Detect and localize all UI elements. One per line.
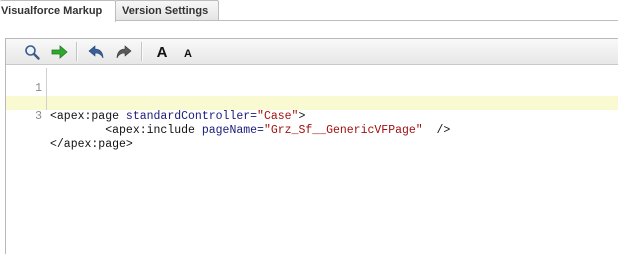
font-increase-button[interactable]: A bbox=[152, 43, 172, 61]
toolbar-separator bbox=[141, 42, 143, 61]
code-area[interactable]: 1 <apex:page standardController="Case"> … bbox=[6, 66, 618, 255]
gutter-border bbox=[46, 82, 47, 96]
search-button[interactable] bbox=[22, 43, 42, 61]
tab-visualforce-markup[interactable]: Visualforce Markup bbox=[0, 0, 116, 22]
line-text: </apex:page> bbox=[50, 138, 133, 152]
code-line-current[interactable]: 3 </apex:page> bbox=[6, 96, 618, 151]
line-text: <apex:include pageName="Grz_Sf__GenericV… bbox=[50, 124, 450, 138]
line-number: 3 bbox=[35, 110, 42, 123]
undo-button[interactable] bbox=[86, 43, 106, 61]
code-token: /> bbox=[422, 124, 451, 137]
editor-tabs: Visualforce Markup Version Settings bbox=[0, 0, 618, 22]
code-token: > bbox=[298, 110, 306, 123]
redo-icon bbox=[116, 45, 131, 59]
go-to-line-button[interactable] bbox=[49, 43, 69, 61]
editor-toolbar: A A bbox=[6, 39, 618, 65]
go-to-line-arrow-icon bbox=[51, 45, 68, 59]
font-decrease-button[interactable]: A bbox=[178, 45, 198, 63]
code-token: <apex:include bbox=[105, 124, 202, 137]
code-token: </apex:page> bbox=[50, 138, 133, 151]
gutter-border bbox=[46, 68, 47, 82]
code-line[interactable]: 1 <apex:page standardController="Case"> bbox=[6, 68, 618, 123]
code-token: standardController= bbox=[125, 110, 258, 123]
gutter-border bbox=[46, 96, 47, 110]
toolbar-separator bbox=[76, 42, 78, 61]
code-token: "Case" bbox=[257, 110, 299, 123]
undo-icon bbox=[88, 45, 103, 59]
line-text: <apex:page standardController="Case"> bbox=[50, 110, 305, 124]
search-icon bbox=[25, 45, 40, 60]
font-decrease-icon: A bbox=[184, 48, 192, 60]
code-token: <apex:page bbox=[50, 110, 126, 123]
tab-version-settings[interactable]: Version Settings bbox=[115, 0, 219, 21]
redo-button[interactable] bbox=[113, 43, 133, 61]
code-token: "Grz_Sf__GenericVFPage" bbox=[263, 124, 423, 137]
code-token: pageName= bbox=[201, 124, 264, 137]
code-editor: A A 1 <apex:page standardController="Cas… bbox=[5, 38, 618, 254]
code-line[interactable]: 2 <apex:include pageName="Grz_Sf__Generi… bbox=[6, 82, 618, 137]
font-increase-icon: A bbox=[156, 43, 168, 61]
